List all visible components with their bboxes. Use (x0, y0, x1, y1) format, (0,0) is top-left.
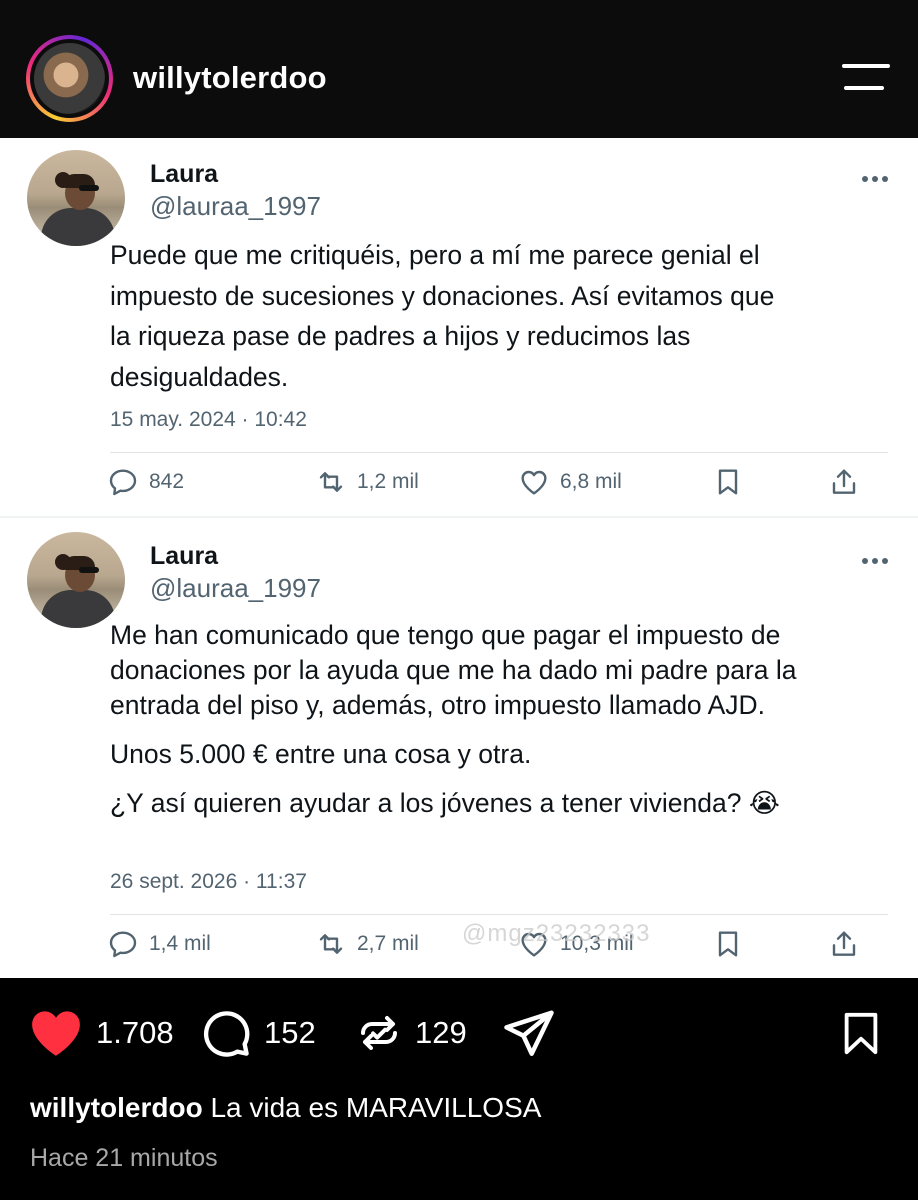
tweet-paragraph: Unos 5.000 € entre una cosa y otra. (110, 739, 532, 769)
caption-username[interactable]: willytolerdoo (30, 1092, 203, 1123)
reply-count: 1,4 mil (149, 932, 211, 955)
tweet-author-handle: @lauraa_1997 (150, 191, 321, 221)
tweet-2: Laura @lauraa_1997 Me han comunicado que… (0, 518, 918, 978)
bookmark-icon (844, 1012, 878, 1055)
like-count: 6,8 mil (560, 470, 622, 493)
tweet-text: Puede que me critiquéis, pero a mí me pa… (110, 235, 800, 397)
heart-icon (521, 470, 547, 495)
reply-action: 842 (107, 462, 184, 502)
tweet-date: 26 sept. 2026 · 11:37 (110, 870, 307, 893)
tweet-avatar (27, 532, 125, 628)
reply-icon (109, 469, 137, 496)
watermark: @mgz23232333 (462, 920, 651, 947)
share-action (828, 924, 870, 964)
share-icon (832, 469, 856, 494)
tweet-paragraph: ¿Y así quieren ayudar a los jóvenes a te… (110, 788, 780, 818)
tweet-text: Me han comunicado que tengo que pagar el… (110, 618, 850, 821)
more-options-icon (862, 176, 890, 184)
retweet-count: 1,2 mil (357, 470, 419, 493)
repost-button[interactable]: 129 (355, 1006, 467, 1060)
post-footer: 1.708 152 129 willytolerdoo La vida es M… (0, 978, 918, 1200)
caption-text: La vida es MARAVILLOSA (210, 1092, 542, 1123)
menu-icon[interactable] (842, 64, 890, 94)
avatar-image (34, 43, 105, 114)
bookmark-icon (718, 931, 738, 957)
tweet-author-name: Laura (150, 542, 219, 570)
save-button[interactable] (838, 1006, 896, 1060)
retweet-icon (319, 472, 343, 492)
retweet-action: 2,7 mil (315, 924, 419, 964)
tweet-screenshot: Laura @lauraa_1997 Puede que me critiqué… (0, 138, 918, 978)
share-action (828, 462, 870, 502)
share-icon (832, 931, 856, 956)
tweet-author-handle: @lauraa_1997 (150, 573, 321, 603)
header-username[interactable]: willytolerdoo (133, 60, 327, 96)
reply-icon (109, 931, 137, 958)
retweet-count: 2,7 mil (357, 932, 419, 955)
post-time: Hace 21 minutos (30, 1144, 218, 1172)
more-options-icon (862, 558, 890, 566)
tweet-paragraph: Me han comunicado que tengo que pagar el… (110, 620, 797, 720)
repost-icon (361, 1016, 397, 1050)
tweet-actions: 842 1,2 mil 6,8 mil (0, 462, 918, 502)
post-header: willytolerdoo (0, 0, 918, 138)
reply-action: 1,4 mil (107, 924, 211, 964)
send-icon (504, 1010, 554, 1056)
post-caption: willytolerdoo La vida es MARAVILLOSA (30, 1092, 541, 1124)
bookmark-action (712, 462, 754, 502)
like-count: 1.708 (96, 1015, 174, 1050)
tweet-author-name: Laura (150, 160, 219, 188)
tweet-avatar (27, 150, 125, 246)
comment-icon (203, 1011, 250, 1057)
heart-filled-icon (32, 1011, 80, 1056)
comment-count: 152 (264, 1015, 316, 1050)
retweet-action: 1,2 mil (315, 462, 419, 502)
bookmark-action (712, 924, 754, 964)
repost-count: 129 (415, 1015, 467, 1050)
tweet-separator (110, 452, 888, 453)
tweet-paragraph: Puede que me critiquéis, pero a mí me pa… (110, 240, 775, 392)
like-action: 6,8 mil (518, 462, 622, 502)
tweet-separator (110, 914, 888, 915)
comment-button[interactable]: 152 (200, 1006, 316, 1060)
tweet-1: Laura @lauraa_1997 Puede que me critiqué… (0, 138, 918, 516)
bookmark-icon (718, 469, 738, 495)
like-button[interactable]: 1.708 (28, 1006, 174, 1060)
reply-count: 842 (149, 470, 185, 493)
retweet-icon (319, 934, 343, 954)
share-button[interactable] (500, 1006, 570, 1060)
tweet-actions: 1,4 mil 2,7 mil 10,3 mil @mgz23232333 (0, 920, 918, 964)
tweet-date: 15 may. 2024 · 10:42 (110, 408, 307, 431)
profile-avatar[interactable] (26, 35, 113, 122)
